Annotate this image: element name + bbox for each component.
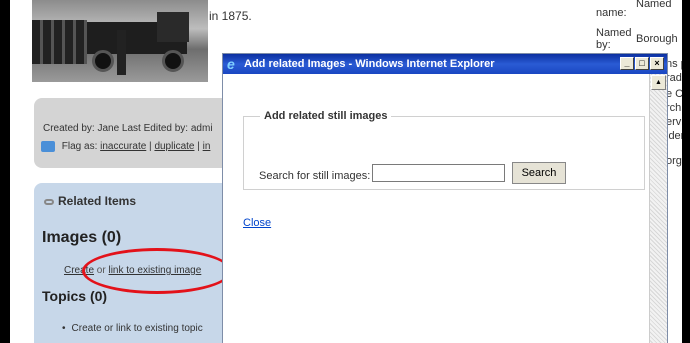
related-items-title: Related Items [44,194,136,208]
window-titlebar[interactable]: e Add related Images - Windows Internet … [223,54,667,74]
fieldset-legend: Add related still images [264,110,388,122]
description-fragment: in 1875. [209,9,252,23]
minimize-button[interactable]: _ [620,57,634,70]
flag-inaccurate-link[interactable]: inaccurate [100,141,146,152]
flag-other-link[interactable]: in [203,141,211,152]
left-margin [0,0,10,343]
named-by-label-line1: Named [596,27,632,39]
historical-truck-photo [32,0,208,82]
scroll-up-arrow-icon[interactable]: ▲ [651,75,666,90]
create-topic-item[interactable]: Create or link to existing topic [62,323,203,334]
vertical-scrollbar[interactable]: ▲ [649,74,667,343]
topics-heading: Topics (0) [42,288,108,304]
ie-logo-icon: e [227,56,235,72]
named-by-value: Borough [636,33,678,45]
maximize-button[interactable]: □ [635,57,649,70]
search-input[interactable] [372,164,505,182]
images-heading: Images (0) [42,229,122,246]
link-icon [44,198,54,205]
flag-icon [41,141,55,152]
flag-row: Flag as: inaccurate | duplicate | in [41,141,210,152]
ie-popup-window: e Add related Images - Windows Internet … [222,53,668,343]
flag-as-label: Flag as: [61,141,98,153]
popup-content: Add related still images Search for stil… [223,74,649,343]
search-label: Search for still images: [259,170,371,182]
window-title: Add related Images - Windows Internet Ex… [244,58,495,70]
close-link[interactable]: Close [243,217,271,229]
close-window-button[interactable]: × [650,57,664,70]
name-value: Named [636,0,672,10]
name-label: name: [596,7,627,19]
named-by-label-line2: by: [596,39,611,51]
flag-duplicate-link[interactable]: duplicate [154,141,194,152]
created-by-text: Created by: Jane Last Edited by: admi [43,123,213,134]
right-margin [682,0,690,343]
search-button[interactable]: Search [512,162,566,184]
